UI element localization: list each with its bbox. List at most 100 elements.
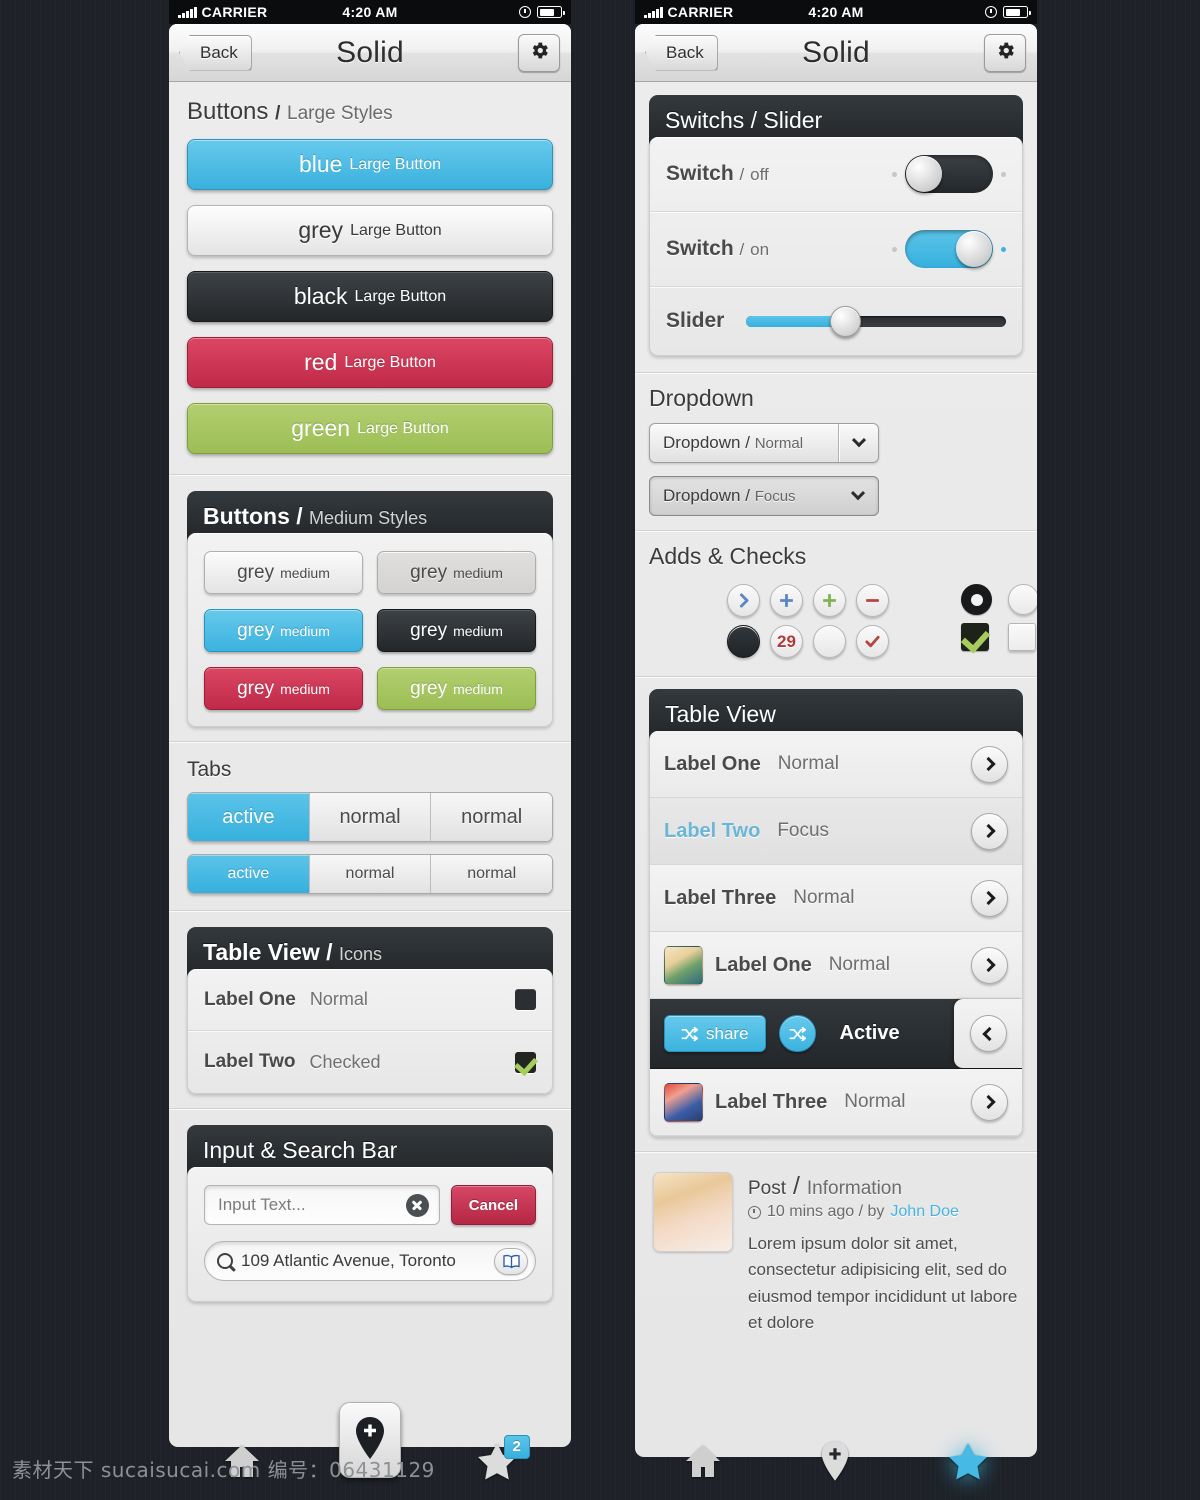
search-icon bbox=[217, 1253, 233, 1269]
table-row[interactable]: Label Three Normal bbox=[650, 1069, 1022, 1136]
tab-bar-item-pin[interactable] bbox=[819, 1440, 851, 1487]
checks-icon-grid bbox=[961, 584, 1037, 651]
dropdown-normal[interactable]: Dropdown / Normal bbox=[649, 423, 879, 463]
row-accessory bbox=[971, 879, 1008, 917]
tab-bar-item-home[interactable] bbox=[683, 1442, 723, 1485]
slider-label: Slider bbox=[666, 309, 725, 332]
chevron-right-icon[interactable] bbox=[971, 812, 1008, 850]
medium-button-blue[interactable]: grey medium bbox=[204, 609, 363, 652]
chevron-right-circle-icon[interactable] bbox=[727, 584, 760, 617]
chevron-left-icon[interactable] bbox=[969, 1015, 1007, 1052]
section-dropdown: Dropdown Dropdown / Normal Dropdown / Fo… bbox=[635, 372, 1037, 530]
battery-icon bbox=[1003, 6, 1031, 18]
table-row[interactable]: Label Two Focus bbox=[650, 798, 1022, 865]
share-button-label: share bbox=[706, 1023, 749, 1043]
slider-track[interactable] bbox=[746, 305, 1006, 337]
large-button-black-color: black bbox=[293, 283, 348, 309]
switch-dot-left bbox=[892, 171, 897, 177]
heading-main: Buttons bbox=[203, 503, 290, 529]
settings-button[interactable] bbox=[984, 33, 1026, 72]
checkbox-checked-icon bbox=[515, 1051, 536, 1073]
tab-bar-item-star[interactable]: 2 bbox=[476, 1434, 530, 1486]
switch-label-sep: / bbox=[739, 165, 745, 184]
status-bar-right: CARRIER 4:20 AM bbox=[635, 0, 1037, 24]
shuffle-circle-button[interactable] bbox=[778, 1015, 816, 1052]
chevron-right-icon[interactable] bbox=[971, 745, 1008, 783]
slider-knob[interactable] bbox=[830, 305, 862, 337]
medium-button-grey-1[interactable]: grey medium bbox=[204, 551, 363, 594]
home-icon bbox=[683, 1442, 723, 1485]
large-button-red-label: Large Button bbox=[344, 353, 436, 371]
table-row[interactable]: Label Three Normal bbox=[650, 865, 1022, 932]
plus-blue-circle-icon[interactable] bbox=[770, 584, 803, 617]
minus-red-circle-icon[interactable] bbox=[856, 584, 889, 617]
checkbox-checked-icon[interactable] bbox=[961, 623, 989, 651]
share-button[interactable]: share bbox=[664, 1015, 766, 1052]
card-body-switches: Switch / off Switch / on Slider bbox=[649, 137, 1023, 356]
radio-unselected-icon[interactable] bbox=[1008, 584, 1037, 615]
switch-state-text: off bbox=[750, 165, 769, 184]
check-red-circle-icon[interactable] bbox=[856, 625, 889, 658]
text-input[interactable]: Input Text... bbox=[204, 1185, 440, 1225]
cancel-button[interactable]: Cancel bbox=[450, 1185, 536, 1225]
post-meta: 10 mins ago / by John Doe bbox=[748, 1203, 1019, 1221]
tab-normal-large-2[interactable]: normal bbox=[430, 793, 552, 841]
large-button-black-label: Large Button bbox=[354, 287, 447, 305]
section-heading-dropdown: Dropdown bbox=[649, 385, 754, 411]
tab-bar-item-star[interactable] bbox=[947, 1441, 989, 1486]
badge-29-icon[interactable]: 29 bbox=[770, 625, 803, 658]
chevron-right-icon[interactable] bbox=[971, 879, 1008, 917]
medium-button-label: medium bbox=[453, 564, 503, 581]
back-button[interactable]: Back bbox=[179, 34, 252, 71]
section-tabs: Tabs active normal normal active normal … bbox=[169, 741, 571, 910]
tab-normal-large-1[interactable]: normal bbox=[308, 793, 431, 841]
toggle-switch-off[interactable] bbox=[905, 155, 993, 193]
chevron-right-icon[interactable] bbox=[971, 946, 1008, 984]
tab-bar-right bbox=[635, 1426, 1037, 1500]
empty-circle-icon[interactable] bbox=[813, 625, 846, 658]
large-button-grey[interactable]: grey Large Button bbox=[187, 205, 553, 256]
table-row-active[interactable]: share Active bbox=[650, 999, 1022, 1069]
heading-main: Table View bbox=[203, 939, 320, 965]
switch-control-group bbox=[892, 230, 1006, 268]
large-button-black[interactable]: black Large Button bbox=[187, 271, 553, 322]
search-input[interactable]: 109 Atlantic Avenue, Toronto bbox=[204, 1241, 536, 1281]
clear-circle-icon[interactable] bbox=[405, 1193, 429, 1217]
large-button-red[interactable]: red Large Button bbox=[187, 337, 553, 388]
chevron-right-icon[interactable] bbox=[971, 1083, 1008, 1121]
toggle-switch-on[interactable] bbox=[905, 230, 993, 268]
switch-label: Switch / off bbox=[666, 162, 769, 186]
tab-active-small[interactable]: active bbox=[188, 855, 309, 893]
medium-button-red[interactable]: grey medium bbox=[204, 667, 363, 710]
table-row[interactable]: Label One Normal bbox=[650, 731, 1022, 798]
heading-sub: Icons bbox=[338, 944, 382, 964]
table-row[interactable]: Label Two Checked bbox=[188, 1031, 552, 1093]
medium-button-green[interactable]: grey medium bbox=[377, 667, 536, 710]
row-accessory bbox=[971, 745, 1008, 783]
tab-group-large: active normal normal bbox=[187, 792, 553, 842]
table-row[interactable]: Label One Normal bbox=[650, 932, 1022, 999]
tab-normal-small-2[interactable]: normal bbox=[430, 855, 552, 893]
solid-dark-circle-icon[interactable] bbox=[727, 625, 760, 658]
settings-button[interactable] bbox=[518, 33, 560, 72]
bookmark-book-icon[interactable] bbox=[494, 1247, 528, 1275]
back-button[interactable]: Back bbox=[645, 34, 718, 71]
radio-selected-icon[interactable] bbox=[961, 584, 992, 615]
post-author[interactable]: John Doe bbox=[890, 1203, 959, 1221]
large-button-red-color: red bbox=[304, 349, 338, 375]
medium-button-label: medium bbox=[280, 680, 330, 697]
checkbox-unchecked-icon[interactable] bbox=[1008, 623, 1036, 651]
dropdown-focus[interactable]: Dropdown / Focus bbox=[649, 476, 879, 516]
tab-normal-small-1[interactable]: normal bbox=[308, 855, 431, 893]
medium-button-grey-2[interactable]: grey medium bbox=[377, 551, 536, 594]
switch-control-group bbox=[892, 155, 1006, 193]
large-button-green[interactable]: green Large Button bbox=[187, 403, 553, 454]
tab-active-large[interactable]: active bbox=[188, 793, 309, 841]
section-heading-adds-checks: Adds & Checks bbox=[649, 543, 807, 569]
plus-green-circle-icon[interactable] bbox=[813, 584, 846, 617]
medium-button-black[interactable]: grey medium bbox=[377, 609, 536, 652]
medium-button-color: grey bbox=[237, 561, 275, 583]
large-button-blue[interactable]: blue Large Button bbox=[187, 139, 553, 190]
table-row[interactable]: Label One Normal bbox=[188, 969, 552, 1031]
nav-bar-left: Back Solid bbox=[169, 24, 571, 82]
